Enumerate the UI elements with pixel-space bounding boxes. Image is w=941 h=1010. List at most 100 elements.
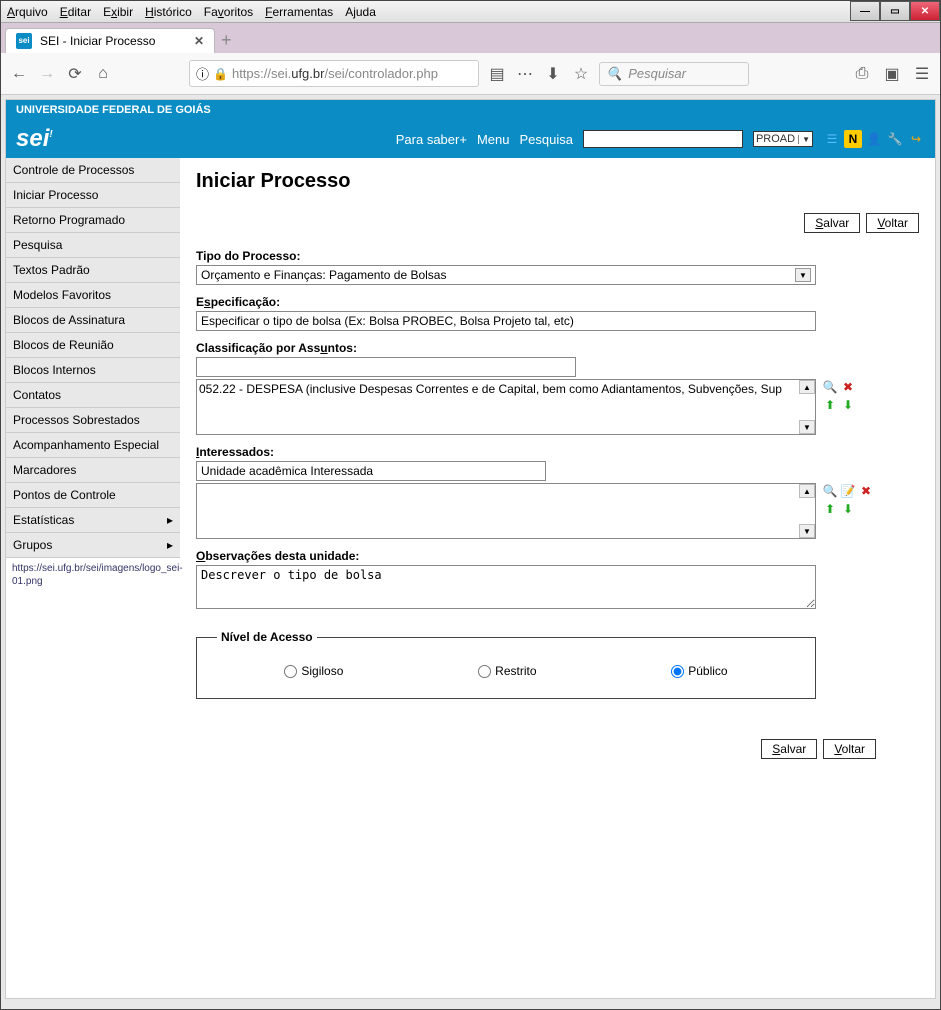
tipo-label: Tipo do Processo: — [196, 249, 919, 263]
sidebar-item-controle[interactable]: Controle de Processos — [6, 158, 180, 183]
menu-historico[interactable]: Histórico — [145, 5, 192, 19]
sidebar-item-retorno[interactable]: Retorno Programado — [6, 208, 180, 233]
address-bar[interactable]: ⓘ 🔒 https://sei.ufg.br/sei/controlador.p… — [189, 60, 479, 87]
window-controls: — ▭ ✕ — [850, 1, 940, 23]
search-placeholder: Pesquisar — [628, 66, 686, 81]
menu-favoritos[interactable]: Favoritos — [204, 5, 253, 19]
sidebar-footer-link[interactable]: https://sei.ufg.br/sei/imagens/logo_sei-… — [6, 558, 180, 592]
sei-logo[interactable]: sei! — [16, 125, 53, 153]
classif-input[interactable] — [196, 357, 576, 377]
scroll-up-icon[interactable]: ▲ — [799, 484, 815, 498]
sidebar-item-estatisticas[interactable]: Estatísticas▸ — [6, 508, 180, 533]
tipo-value: Orçamento e Finanças: Pagamento de Bolsa… — [201, 268, 446, 282]
page-title: Iniciar Processo — [196, 170, 919, 193]
hamburger-menu-button[interactable]: ☰ — [912, 64, 932, 84]
browser-tab[interactable]: sei SEI - Iniciar Processo ✕ — [5, 28, 215, 53]
pocket-icon[interactable]: ⬇ — [543, 64, 563, 84]
main-content: Iniciar Processo Salvar Voltar Tipo do P… — [180, 158, 935, 771]
sidebar-item-modelos[interactable]: Modelos Favoritos — [6, 283, 180, 308]
search-icon[interactable]: 🔍 — [822, 483, 838, 499]
sidebar-icon[interactable]: ▣ — [882, 64, 902, 84]
edit-icon[interactable]: 📝 — [840, 483, 856, 499]
sidebar-item-grupos[interactable]: Grupos▸ — [6, 533, 180, 558]
sidebar-item-blocos-internos[interactable]: Blocos Internos — [6, 358, 180, 383]
menu-ferramentas[interactable]: Ferramentas — [265, 5, 333, 19]
tipo-select[interactable]: Orçamento e Finanças: Pagamento de Bolsa… — [196, 265, 816, 285]
home-button[interactable]: ⌂ — [93, 64, 113, 84]
new-tab-button[interactable]: + — [221, 30, 232, 51]
processes-icon[interactable]: ☰ — [823, 130, 841, 148]
sidebar-item-pontos[interactable]: Pontos de Controle — [6, 483, 180, 508]
espec-label: Especificação: — [196, 295, 919, 309]
radio-restrito[interactable]: Restrito — [478, 664, 536, 678]
sei-toolbar-icons: ☰ N 👤 🔧 ↪ — [823, 130, 925, 148]
save-button[interactable]: Salvar — [804, 213, 860, 233]
radio-sigiloso[interactable]: Sigiloso — [284, 664, 343, 678]
inter-label: Interessados: — [196, 445, 919, 459]
library-icon[interactable]: ⎙ — [852, 64, 872, 84]
more-icon[interactable]: ⋯ — [515, 64, 535, 84]
move-down-icon[interactable]: ⬇ — [840, 501, 856, 517]
move-up-icon[interactable]: ⬆ — [822, 501, 838, 517]
classif-listbox[interactable]: 052.22 - DESPESA (inclusive Despesas Cor… — [196, 379, 816, 435]
url-text: https://sei.ufg.br/sei/controlador.php — [232, 66, 438, 81]
save-button-bottom[interactable]: Salvar — [761, 739, 817, 759]
logout-icon[interactable]: ↪ — [907, 130, 925, 148]
chevron-down-icon[interactable]: ▼ — [795, 268, 811, 282]
scroll-down-icon[interactable]: ▼ — [799, 524, 815, 538]
remove-icon[interactable]: ✖ — [840, 379, 856, 395]
chevron-right-icon: ▸ — [167, 513, 173, 527]
sidebar-item-textos[interactable]: Textos Padrão — [6, 258, 180, 283]
close-button[interactable]: ✕ — [910, 1, 940, 21]
parasaber-link[interactable]: Para saber+ — [396, 132, 467, 147]
back-button-form[interactable]: Voltar — [866, 213, 919, 233]
nivel-legend: Nível de Acesso — [217, 630, 317, 644]
remove-icon[interactable]: ✖ — [858, 483, 874, 499]
tab-bar: sei SEI - Iniciar Processo ✕ + — [1, 23, 940, 53]
sidebar-item-contatos[interactable]: Contatos — [6, 383, 180, 408]
tab-close-button[interactable]: ✕ — [194, 34, 204, 48]
sei-header: sei! Para saber+ Menu Pesquisa PROAD▼ ☰ … — [6, 120, 935, 158]
info-icon[interactable]: ⓘ — [196, 64, 209, 83]
pesquisa-link[interactable]: Pesquisa — [519, 132, 572, 147]
sidebar-item-acompanhamento[interactable]: Acompanhamento Especial — [6, 433, 180, 458]
back-button[interactable]: ← — [9, 64, 29, 84]
sidebar-item-pesquisa[interactable]: Pesquisa — [6, 233, 180, 258]
reader-icon[interactable]: ▤ — [487, 64, 507, 84]
search-box[interactable]: 🔍 Pesquisar — [599, 62, 749, 86]
obs-label: Observações desta unidade: — [196, 549, 919, 563]
move-down-icon[interactable]: ⬇ — [840, 397, 856, 413]
sidebar-item-blocos-assinatura[interactable]: Blocos de Assinatura — [6, 308, 180, 333]
sei-search-input[interactable] — [583, 130, 743, 148]
classif-item[interactable]: 052.22 - DESPESA (inclusive Despesas Cor… — [199, 382, 813, 396]
espec-input[interactable] — [196, 311, 816, 331]
menu-link[interactable]: Menu — [477, 132, 510, 147]
unit-select[interactable]: PROAD▼ — [753, 131, 813, 147]
search-icon[interactable]: 🔍 — [822, 379, 838, 395]
bookmark-icon[interactable]: ☆ — [571, 64, 591, 84]
news-icon[interactable]: N — [844, 130, 862, 148]
maximize-button[interactable]: ▭ — [880, 1, 910, 21]
move-up-icon[interactable]: ⬆ — [822, 397, 838, 413]
menu-arquivo[interactable]: Arquivo — [7, 5, 48, 19]
inter-input[interactable] — [196, 461, 546, 481]
sidebar-item-marcadores[interactable]: Marcadores — [6, 458, 180, 483]
back-button-bottom[interactable]: Voltar — [823, 739, 876, 759]
menu-ajuda[interactable]: Ajuda — [345, 5, 376, 19]
obs-textarea[interactable]: Descrever o tipo de bolsa — [196, 565, 816, 609]
search-icon: 🔍 — [606, 66, 622, 82]
user-icon[interactable]: 👤 — [865, 130, 883, 148]
scroll-down-icon[interactable]: ▼ — [799, 420, 815, 434]
forward-button[interactable]: → — [37, 64, 57, 84]
inter-listbox[interactable]: ▲ ▼ — [196, 483, 816, 539]
scroll-up-icon[interactable]: ▲ — [799, 380, 815, 394]
sidebar-item-blocos-reuniao[interactable]: Blocos de Reunião — [6, 333, 180, 358]
sidebar-item-sobrestados[interactable]: Processos Sobrestados — [6, 408, 180, 433]
radio-publico[interactable]: Público — [671, 664, 727, 678]
menu-exibir[interactable]: Exibir — [103, 5, 133, 19]
sidebar-item-iniciar[interactable]: Iniciar Processo — [6, 183, 180, 208]
minimize-button[interactable]: — — [850, 1, 880, 21]
settings-icon[interactable]: 🔧 — [886, 130, 904, 148]
reload-button[interactable]: ⟳ — [65, 64, 85, 84]
menu-editar[interactable]: Editar — [60, 5, 91, 19]
